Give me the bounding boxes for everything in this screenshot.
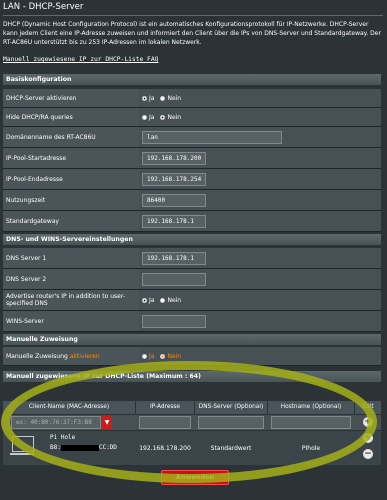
dns1-input[interactable]: 192.168.178.1: [142, 251, 206, 265]
pool-end-input[interactable]: 192.168.178.254: [142, 172, 206, 186]
title-divider: [3, 15, 383, 16]
row-pool-end: IP-Pool-Endadresse 192.168.178.254: [3, 169, 381, 190]
dns1-label: DNS Server 1: [3, 248, 141, 268]
col-edit: Edit: [355, 401, 382, 414]
radio-selected-icon: [160, 114, 166, 120]
section-header-dns: DNS- und WINS-Servereinstellungen: [3, 234, 381, 245]
wins-label: WINS-Server: [3, 311, 141, 331]
add-entry-button[interactable]: +: [363, 417, 373, 427]
radio-unselected-icon: [160, 95, 166, 101]
row-dns1: DNS Server 1 192.168.178.1: [3, 248, 381, 269]
row-hostname: PIhole: [301, 444, 321, 452]
col-hostname: Hostname (Optional): [268, 401, 355, 414]
gateway-input[interactable]: 192.168.178.1: [142, 214, 206, 228]
hide-dhcp-yes-radio[interactable]: Ja: [142, 114, 154, 121]
row-lease: Nutzungszeit 86400: [3, 190, 381, 211]
domain-input[interactable]: lan: [142, 130, 282, 144]
lease-input[interactable]: 86400: [142, 193, 206, 207]
radio-unselected-icon: [142, 114, 147, 120]
col-ip: IP-Adresse: [136, 401, 195, 414]
row-hide-dhcp: Hide DHCP/RA queries Ja Nein: [3, 108, 381, 127]
redaction-bar: [60, 444, 99, 451]
radio-selected-icon: [160, 353, 166, 359]
radio-selected-icon: [142, 95, 147, 101]
minus-icon: −: [364, 449, 372, 459]
row-dns2: DNS Server 2: [3, 269, 381, 290]
row-domain: Domänenname des RT-AC86U lan: [3, 127, 381, 148]
row-wins: WINS-Server: [3, 311, 381, 332]
dhcp-enable-label: DHCP-Server aktivieren: [3, 89, 141, 107]
gateway-label: Standardgateway: [3, 211, 141, 231]
client-mac: B8: CC:DD: [50, 444, 117, 451]
radio-unselected-icon: [142, 353, 147, 359]
plus-icon: +: [364, 417, 372, 427]
lease-label: Nutzungszeit: [3, 190, 141, 210]
row-dhcp-enable: DHCP-Server aktivieren Ja Nein: [3, 89, 381, 108]
manual-enable-yes-radio[interactable]: Ja: [142, 353, 154, 360]
new-hostname-input[interactable]: [271, 416, 351, 429]
hide-dhcp-label: Hide DHCP/RA queries: [3, 108, 141, 126]
dns2-input[interactable]: [142, 272, 206, 286]
row-gateway: Standardgateway 192.168.178.1: [3, 211, 381, 232]
manual-enable-highlight: aktivieren: [69, 352, 100, 360]
dhcp-enable-yes-radio[interactable]: Ja: [142, 95, 154, 102]
dns2-label: DNS Server 2: [3, 269, 141, 289]
delete-entry-button[interactable]: −: [363, 449, 373, 459]
row-dns: Standardwert: [210, 444, 252, 452]
domain-label: Domänenname des RT-AC86U: [3, 127, 141, 147]
edit-entry-button[interactable]: ✎: [363, 433, 373, 443]
chevron-down-icon: ▼: [104, 419, 110, 426]
manual-enable-label: Manuelle Zuweisung aktivieren: [3, 347, 141, 365]
pool-start-input[interactable]: 192.168.178.200: [142, 151, 206, 165]
row-manual-enable: Manuelle Zuweisung aktivieren Ja Nein: [3, 347, 381, 366]
section-header-manual: Manuelle Zuweisung: [3, 334, 381, 345]
advertise-yes-radio[interactable]: Ja: [142, 297, 154, 304]
pool-end-label: IP-Pool-Endadresse: [3, 169, 141, 189]
wins-input[interactable]: [142, 314, 206, 328]
col-client-name: Client-Name (MAC-Adresse): [3, 401, 136, 414]
apply-button[interactable]: Anwenden: [161, 470, 229, 485]
new-dns-input[interactable]: [198, 416, 264, 429]
dhcp-enable-no-radio[interactable]: Nein: [160, 95, 181, 102]
manual-enable-no-radio[interactable]: Nein: [160, 353, 181, 360]
section-header-list: Manuell zugewiesene IP zur DHCP-Liste (M…: [3, 371, 381, 382]
pool-start-label: IP-Pool-Startadresse: [3, 148, 141, 168]
section-header-basic: Basiskonfiguration: [3, 74, 381, 85]
page-description: DHCP (Dynamic Host Configuration Protoco…: [3, 21, 381, 46]
new-ip-input[interactable]: [139, 416, 191, 429]
row-ip: 192.168.178.200: [139, 444, 191, 452]
advertise-label: Advertise router's IP in addition to use…: [3, 290, 141, 310]
mac-address-input[interactable]: ex: 40:B0:76:37:F3:B8: [11, 416, 101, 429]
hide-dhcp-no-radio[interactable]: Nein: [160, 114, 181, 121]
row-pool-start: IP-Pool-Startadresse 192.168.178.200: [3, 148, 381, 169]
device-icon: [10, 436, 34, 455]
faq-link[interactable]: Manuell zugewiesene IP zur DHCP-Liste FA…: [3, 56, 158, 63]
col-dns: DNS-Server (Optional): [195, 401, 268, 414]
client-name: Pi Hole: [50, 434, 76, 441]
row-advertise: Advertise router's IP in addition to use…: [3, 290, 381, 311]
radio-unselected-icon: [160, 297, 166, 303]
pencil-icon: ✎: [365, 434, 371, 442]
page-title: LAN - DHCP-Server: [3, 2, 84, 12]
radio-selected-icon: [142, 297, 147, 303]
advertise-no-radio[interactable]: Nein: [160, 297, 181, 304]
client-dropdown-button[interactable]: ▼: [102, 416, 112, 429]
